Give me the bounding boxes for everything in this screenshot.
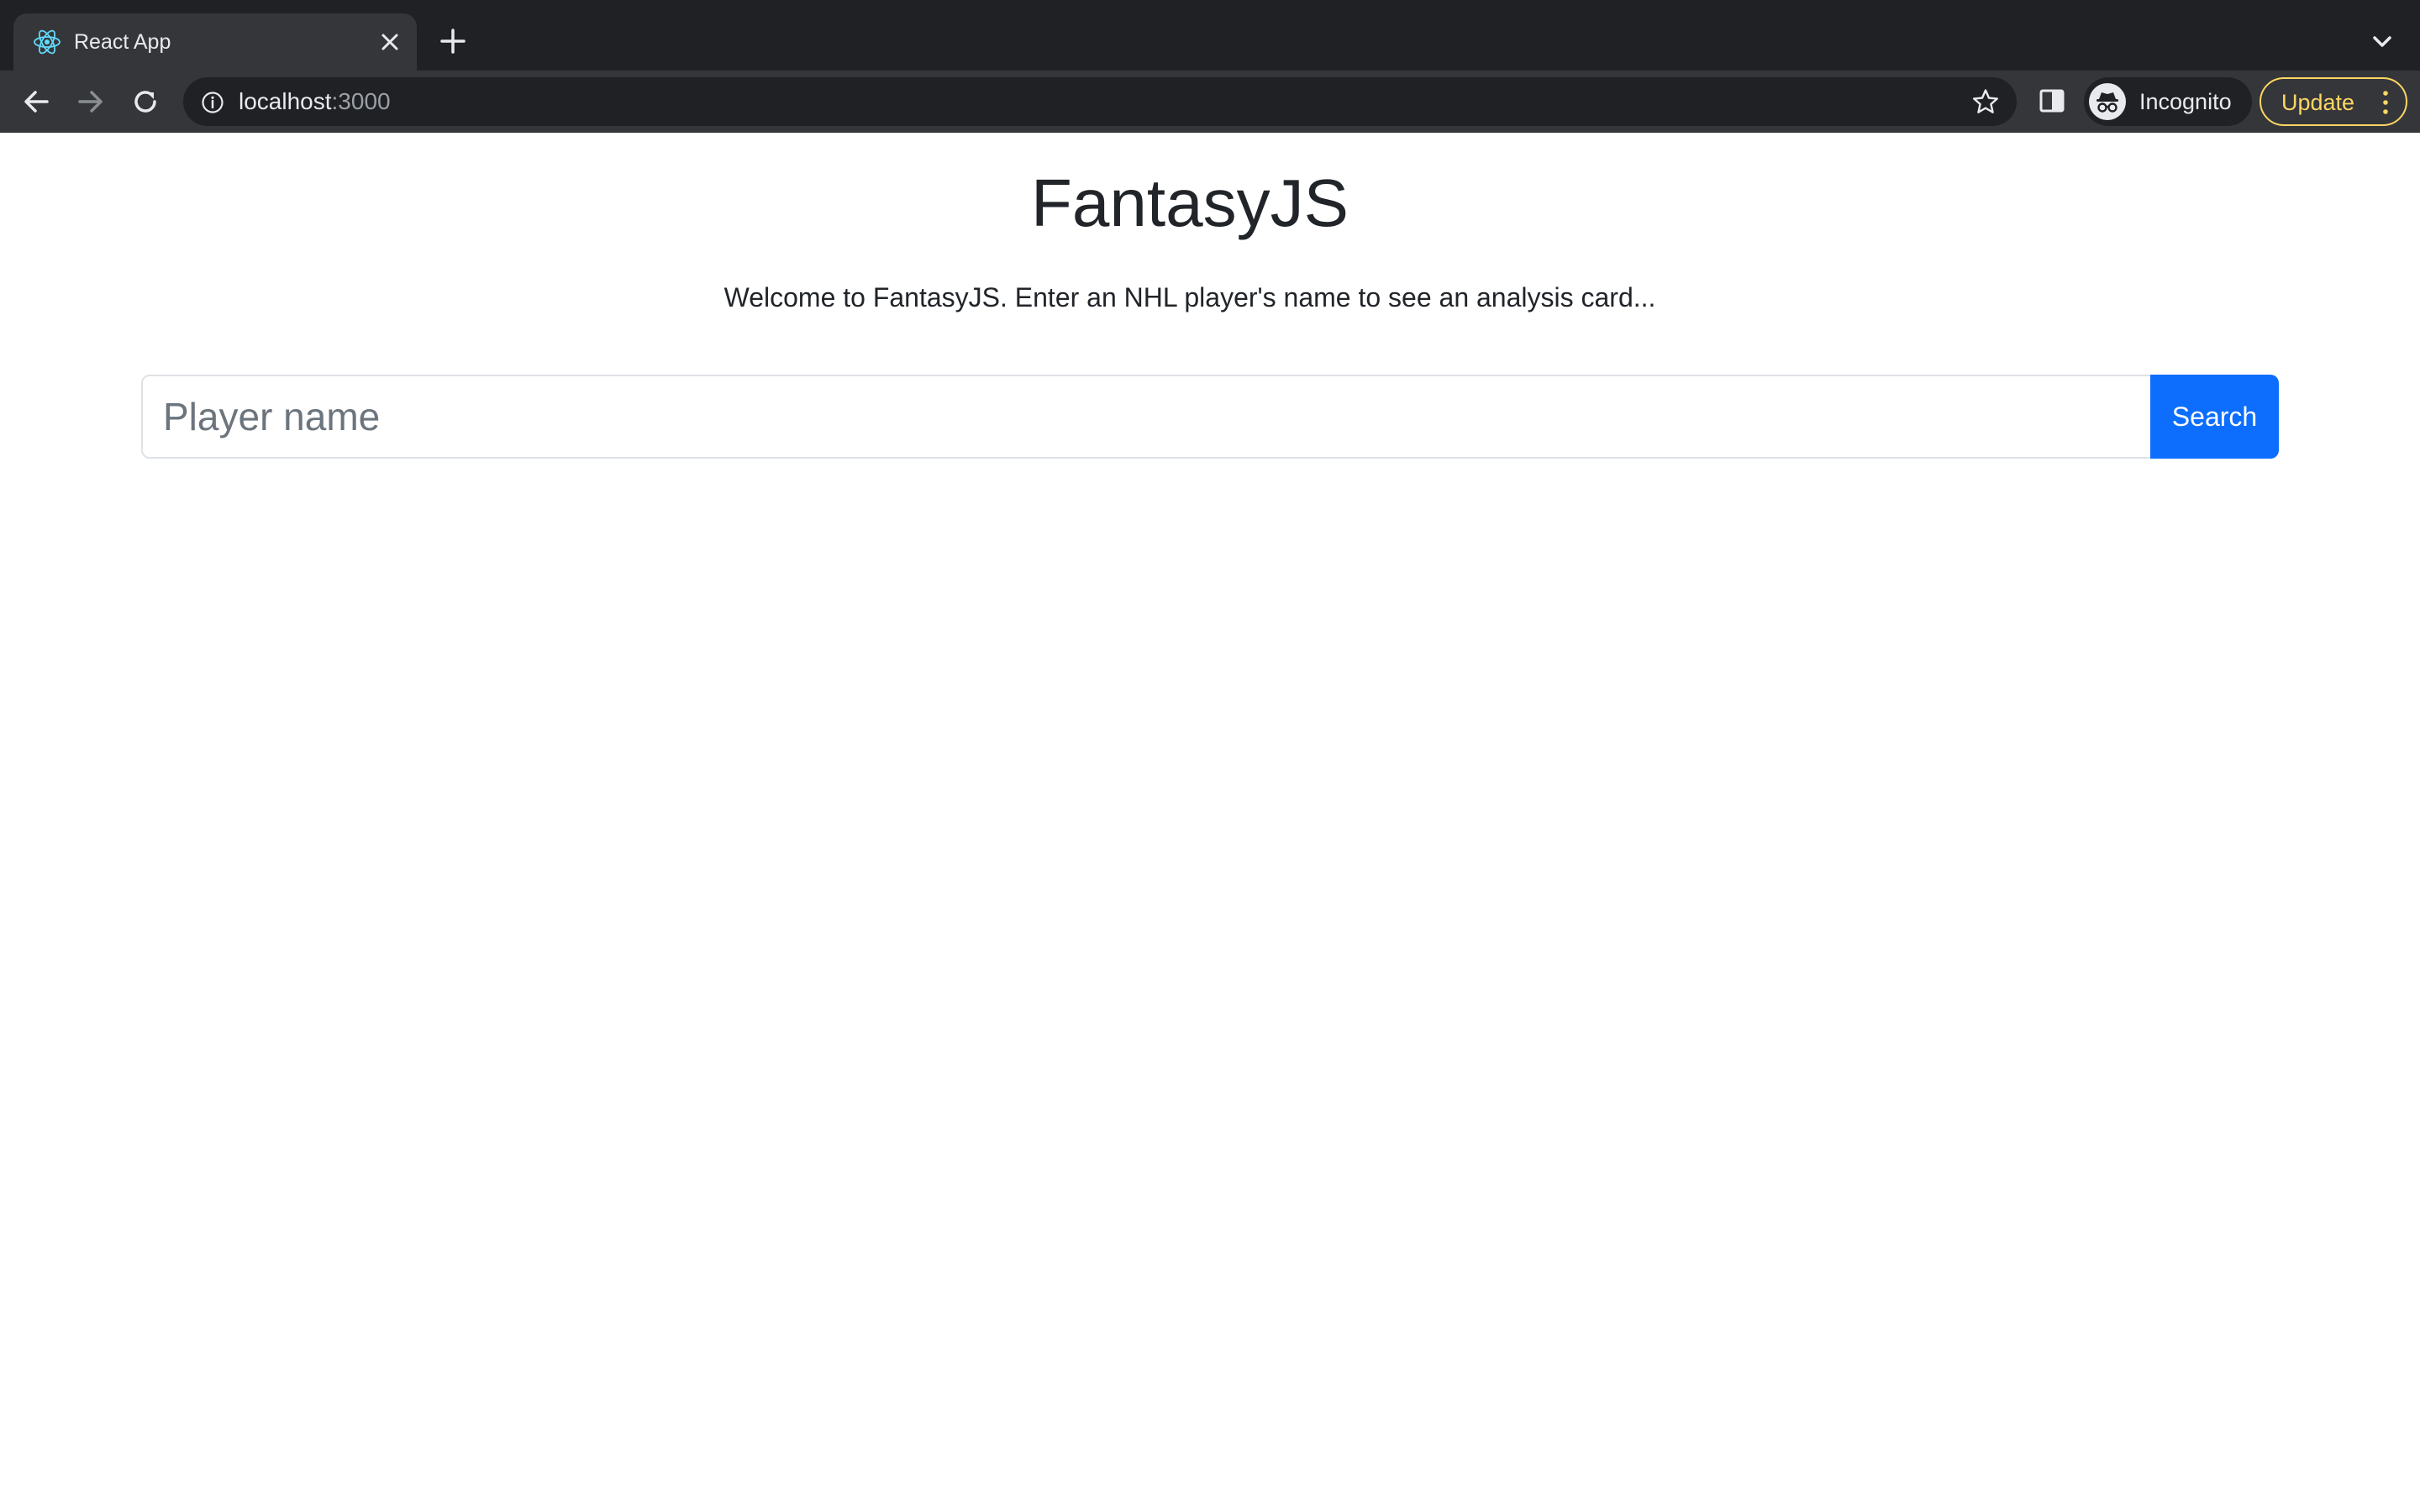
url-port: :3000 — [331, 88, 391, 114]
tab-strip: React App — [0, 0, 2420, 71]
browser-toolbar: localhost:3000 Incognito Update — [0, 71, 2420, 133]
reload-icon[interactable] — [129, 86, 161, 118]
info-icon[interactable] — [200, 90, 225, 115]
more-vertical-icon[interactable] — [2377, 89, 2394, 116]
incognito-icon — [2089, 83, 2126, 120]
incognito-profile-button[interactable]: Incognito — [2084, 77, 2252, 126]
browser-tab[interactable]: React App — [13, 13, 417, 71]
address-bar[interactable]: localhost:3000 — [183, 77, 2017, 126]
new-tab-icon[interactable] — [437, 25, 469, 57]
bookmark-star-icon[interactable] — [1971, 87, 2000, 116]
update-button[interactable]: Update — [2260, 77, 2407, 126]
react-logo-icon — [34, 29, 60, 55]
page-content: FantasyJS Welcome to FantasyJS. Enter an… — [0, 133, 2420, 1512]
url-host: localhost — [239, 88, 332, 114]
incognito-label: Incognito — [2139, 89, 2232, 114]
page-title: FantasyJS — [1031, 165, 1349, 240]
update-label: Update — [2281, 90, 2355, 115]
tab-title: React App — [74, 30, 171, 54]
back-arrow-icon[interactable] — [20, 86, 52, 118]
chevron-down-icon[interactable] — [2370, 30, 2395, 54]
close-icon[interactable] — [378, 30, 402, 54]
side-panel-icon[interactable] — [2037, 86, 2067, 116]
welcome-text: Welcome to FantasyJS. Enter an NHL playe… — [723, 282, 1656, 312]
url-text: localhost:3000 — [239, 88, 391, 115]
search-button[interactable]: Search — [2150, 375, 2279, 459]
forward-arrow-icon[interactable] — [75, 86, 107, 118]
player-name-input[interactable] — [141, 375, 2151, 459]
